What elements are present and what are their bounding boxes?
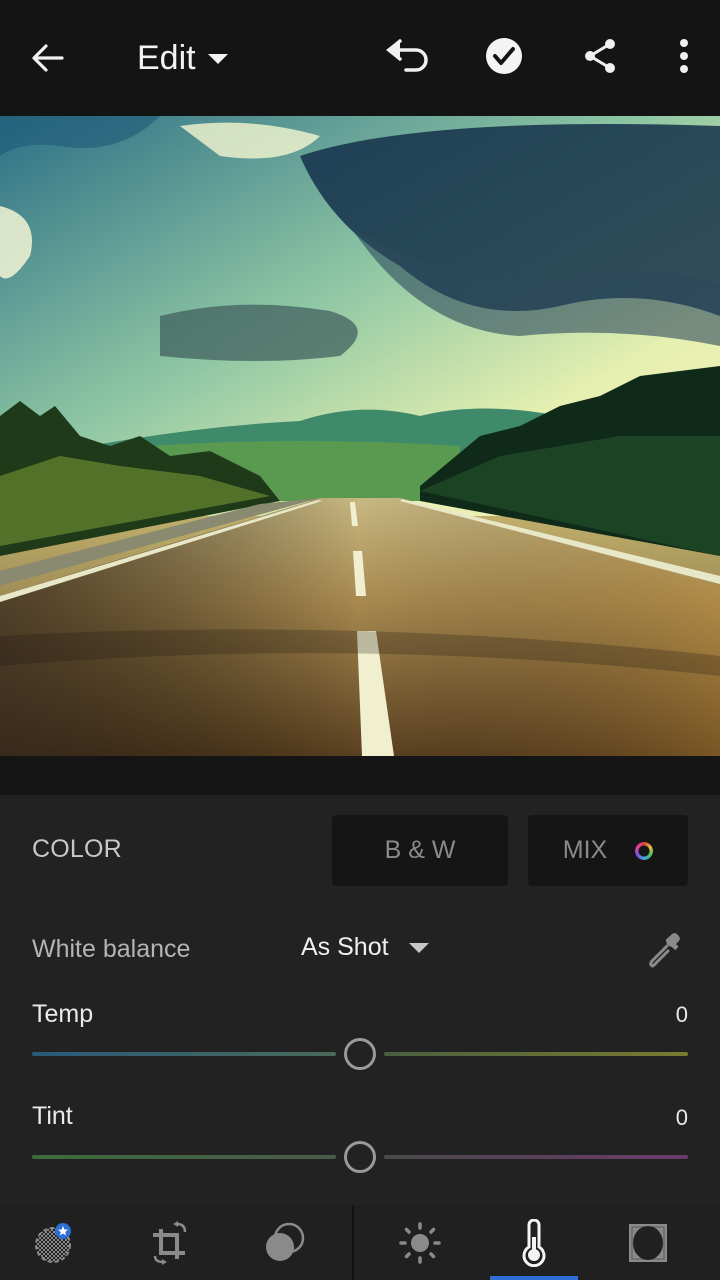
tint-label: Tint <box>32 1102 73 1130</box>
temp-label: Temp <box>32 1000 94 1028</box>
selective-brush-icon <box>35 1222 71 1263</box>
tool-presets[interactable] <box>240 1205 330 1280</box>
thermometer-icon <box>522 1218 546 1267</box>
mix-button[interactable]: MIX <box>528 815 688 886</box>
caret-down-icon <box>207 54 228 64</box>
tint-slider-thumb[interactable] <box>344 1141 376 1173</box>
share-icon <box>585 39 615 73</box>
toolbar-divider <box>352 1205 354 1280</box>
active-tool-indicator <box>490 1276 578 1280</box>
tint-track-right <box>384 1155 688 1159</box>
presets-icon <box>266 1222 305 1261</box>
tint-value: 0 <box>675 1105 688 1130</box>
page-title: Edit <box>137 38 196 77</box>
color-panel: COLOR B & W MIX White balance As Shot Te… <box>0 795 720 1205</box>
more-button[interactable] <box>660 32 708 80</box>
tool-selective[interactable] <box>12 1205 102 1280</box>
photo-preview[interactable] <box>0 116 720 756</box>
temp-track-right <box>384 1052 688 1056</box>
edit-mode-dropdown[interactable]: Edit <box>137 34 228 82</box>
temp-slider[interactable] <box>32 1038 688 1070</box>
check-circle-icon <box>486 38 522 74</box>
color-wheel-icon <box>635 841 654 860</box>
crop-rotate-icon <box>153 1220 187 1265</box>
tool-color[interactable] <box>489 1205 579 1280</box>
back-button[interactable] <box>24 34 72 82</box>
bw-button-label: B & W <box>384 836 456 864</box>
temp-slider-thumb[interactable] <box>344 1038 376 1070</box>
bottom-toolbar <box>0 1205 720 1280</box>
temp-track-left <box>32 1052 336 1056</box>
photo-bottom-gap <box>0 756 720 795</box>
undo-icon <box>386 39 428 72</box>
tool-crop[interactable] <box>126 1205 216 1280</box>
section-label: COLOR <box>32 835 122 863</box>
share-button[interactable] <box>576 32 624 80</box>
white-balance-value: As Shot <box>301 933 389 961</box>
white-balance-label: White balance <box>32 935 191 963</box>
tool-light[interactable] <box>375 1205 465 1280</box>
caret-down-icon <box>408 942 429 953</box>
top-app-bar: Edit <box>0 0 720 116</box>
more-vertical-icon <box>680 39 688 73</box>
photo-image <box>0 116 720 756</box>
tool-effects[interactable] <box>603 1205 693 1280</box>
tint-track-left <box>32 1155 336 1159</box>
vignette-icon <box>629 1223 667 1262</box>
eyedropper-icon <box>649 933 680 968</box>
eyedropper-button[interactable] <box>644 931 684 971</box>
temp-value: 0 <box>675 1002 688 1027</box>
tint-slider[interactable] <box>32 1141 688 1173</box>
undo-button[interactable] <box>382 34 434 82</box>
arrow-left-icon <box>32 44 64 72</box>
mix-button-label: MIX <box>562 836 608 864</box>
done-button[interactable] <box>480 32 528 80</box>
bw-button[interactable]: B & W <box>332 815 508 886</box>
white-balance-dropdown[interactable]: As Shot <box>301 933 429 962</box>
sun-icon <box>399 1221 441 1264</box>
